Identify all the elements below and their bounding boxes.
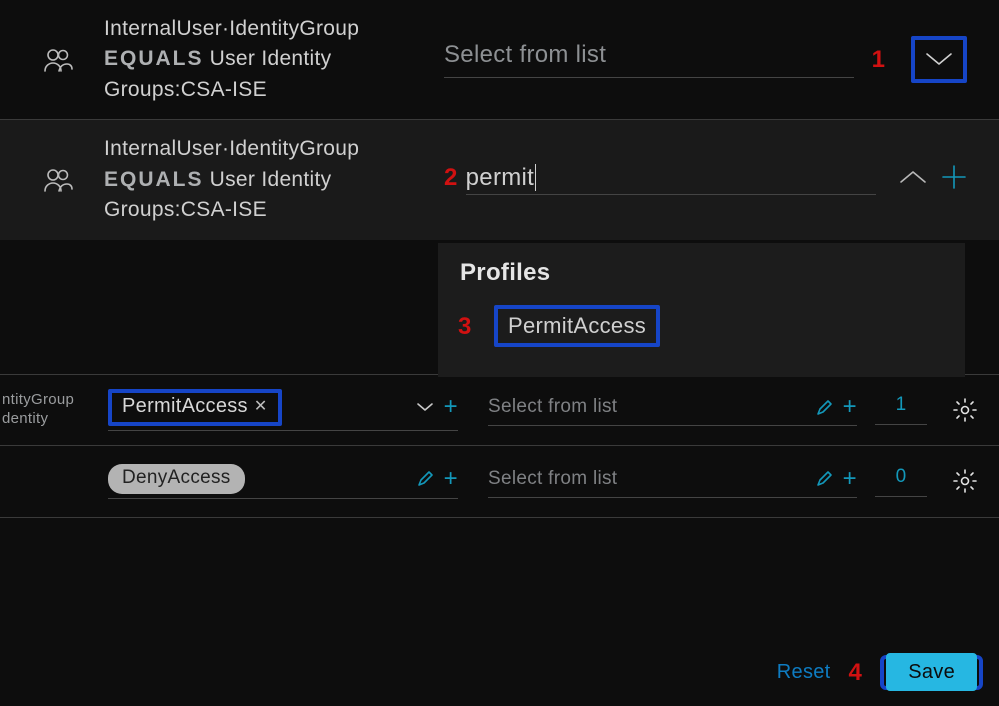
- cond1-operator: EQUALS: [104, 47, 204, 70]
- plus-icon[interactable]: +: [444, 465, 458, 493]
- save-button[interactable]: Save: [886, 653, 977, 691]
- users-icon: [12, 167, 104, 193]
- dropdown-area: Profiles 3 PermitAccess: [0, 240, 999, 374]
- pencil-icon[interactable]: [816, 399, 833, 416]
- cond1-value-b: Groups:CSA-ISE: [104, 75, 404, 105]
- cond2-value-a: User Identity: [210, 168, 332, 191]
- condition-fragment: ntityGroup dentity: [0, 391, 108, 429]
- pencil-icon[interactable]: [417, 470, 434, 487]
- pencil-icon[interactable]: [816, 470, 833, 487]
- remove-chip-icon[interactable]: ✕: [254, 396, 268, 416]
- annotation-4: 4: [849, 659, 863, 687]
- cond2-attr: InternalUser·IdentityGroup: [104, 134, 404, 164]
- annotation-3: 3: [458, 313, 472, 341]
- annotation-2: 2: [444, 164, 458, 192]
- row-settings-button[interactable]: [943, 397, 987, 423]
- results-row-2: DenyAccess + Select from list + 0: [0, 446, 999, 518]
- dropdown-option-permitaccess[interactable]: 3 PermitAccess: [494, 305, 660, 347]
- reset-link[interactable]: Reset: [777, 661, 831, 684]
- plus-icon: [941, 164, 967, 190]
- cond1-value-a: User Identity: [210, 47, 332, 70]
- footer-actions: Reset 4 Save: [777, 655, 983, 690]
- profile-chip-denyaccess[interactable]: DenyAccess: [108, 464, 245, 494]
- users-icon: [12, 47, 104, 73]
- gear-icon: [952, 397, 978, 423]
- gear-icon: [952, 468, 978, 494]
- profiles-dropdown-toggle[interactable]: [911, 36, 967, 83]
- security-group-cell[interactable]: Select from list +: [488, 393, 857, 426]
- annotation-1: 1: [872, 46, 886, 74]
- condition-row-1: InternalUser·IdentityGroup EQUALS User I…: [0, 0, 999, 120]
- profile-cell[interactable]: DenyAccess +: [108, 464, 458, 499]
- chevron-down-icon[interactable]: [416, 402, 434, 412]
- profiles-search-input[interactable]: permit: [466, 164, 876, 195]
- add-profile-button[interactable]: [941, 164, 967, 195]
- condition-2-text: InternalUser·IdentityGroup EQUALS User I…: [104, 134, 404, 225]
- profile-cell[interactable]: PermitAccess ✕ +: [108, 389, 458, 431]
- profiles-dropdown-collapse[interactable]: [899, 170, 927, 189]
- profile-chip-permitaccess[interactable]: PermitAccess ✕: [108, 389, 282, 426]
- plus-icon[interactable]: +: [843, 465, 857, 493]
- cond2-operator: EQUALS: [104, 168, 204, 191]
- profiles-dropdown-panel: Profiles 3 PermitAccess: [438, 243, 965, 377]
- row-settings-button[interactable]: [943, 468, 987, 494]
- plus-icon[interactable]: +: [843, 393, 857, 421]
- cond1-attr: InternalUser·IdentityGroup: [104, 14, 404, 44]
- condition-1-text: InternalUser·IdentityGroup EQUALS User I…: [104, 14, 404, 105]
- security-group-cell[interactable]: Select from list +: [488, 465, 857, 498]
- profiles-select-placeholder[interactable]: Select from list: [444, 41, 854, 78]
- hit-count: 1: [875, 394, 927, 425]
- results-row-1: ntityGroup dentity PermitAccess ✕ + Sele…: [0, 374, 999, 446]
- plus-icon[interactable]: +: [444, 393, 458, 421]
- save-button-highlight: Save: [880, 655, 983, 690]
- chevron-up-icon: [899, 170, 927, 184]
- dropdown-title: Profiles: [460, 259, 943, 287]
- hit-count: 0: [875, 466, 927, 497]
- cond2-value-b: Groups:CSA-ISE: [104, 195, 404, 225]
- chevron-down-icon: [925, 52, 953, 66]
- condition-row-2: InternalUser·IdentityGroup EQUALS User I…: [0, 120, 999, 239]
